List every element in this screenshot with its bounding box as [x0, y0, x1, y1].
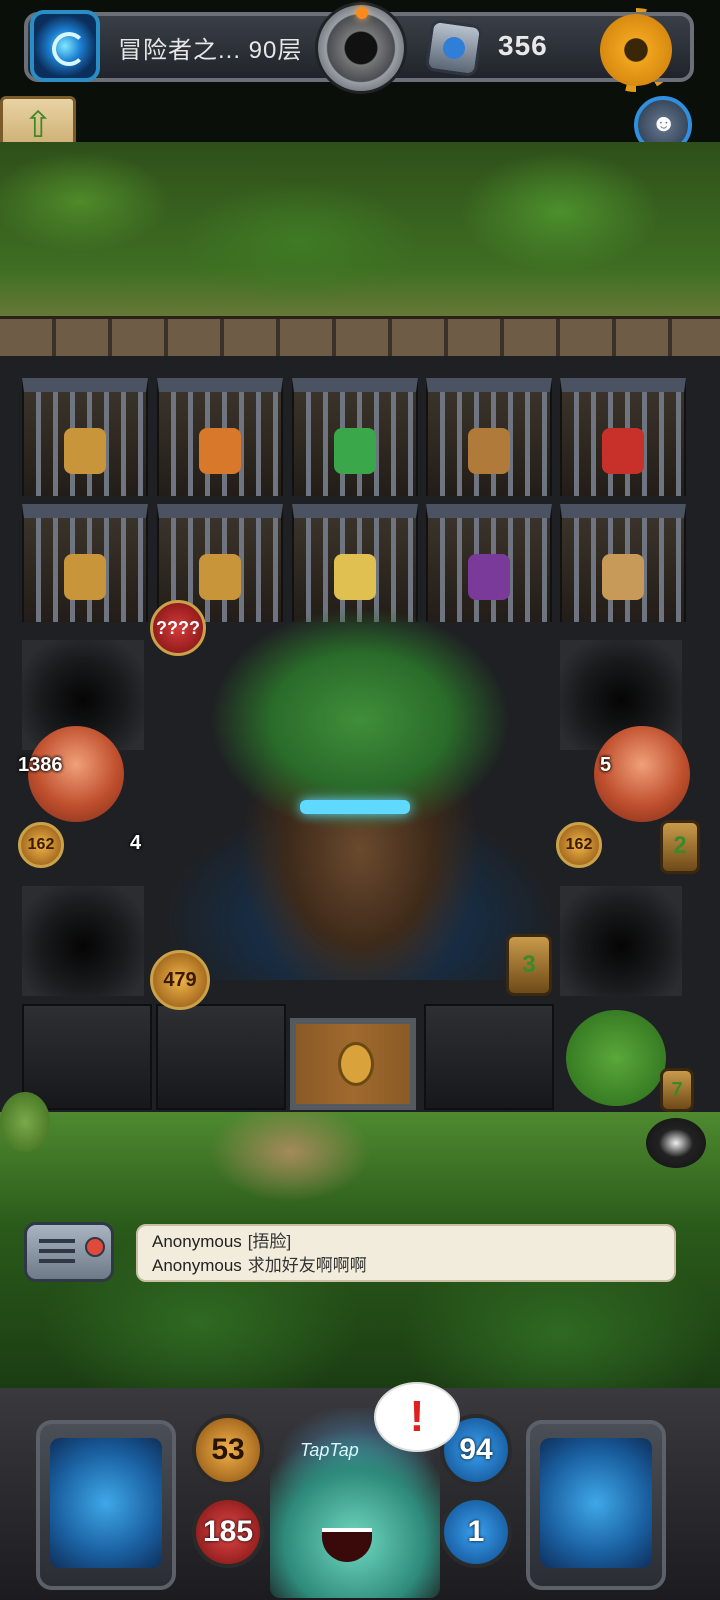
keyhole-icon — [338, 1042, 374, 1086]
inventory-button[interactable] — [526, 1420, 666, 1590]
chat-user: Anonymous — [152, 1256, 242, 1275]
monster-face-icon: ☻ — [651, 110, 677, 137]
cage-cell[interactable] — [22, 504, 148, 622]
cage-cell[interactable] — [22, 378, 148, 496]
gem-icon — [424, 18, 484, 78]
chest-icon — [64, 554, 106, 600]
player-hp: 185 — [192, 1496, 264, 1568]
alert-bubble[interactable]: ! — [374, 1382, 460, 1452]
bomb-icon[interactable] — [315, 2, 407, 94]
chat-button[interactable] — [24, 1222, 114, 1282]
dungeon-hole[interactable] — [22, 886, 144, 996]
jungle-canopy — [0, 142, 720, 322]
knight-helmet-icon — [50, 1438, 162, 1568]
locked-door[interactable] — [290, 1018, 416, 1110]
tree-turn-counter: 7 — [660, 1068, 694, 1112]
potion-icon — [602, 428, 644, 474]
floor-cell[interactable] — [424, 1004, 554, 1110]
left-monster-atk: 162 — [18, 822, 64, 868]
chat-message: [捂脸] — [247, 1232, 292, 1251]
unknown-damage-badge: ???? — [150, 600, 206, 656]
gear-icon[interactable] — [594, 8, 678, 92]
cage-cell[interactable] — [560, 504, 686, 622]
chat-bubble[interactable]: Anonymous [捂脸] Anonymous 求加好友啊啊啊 — [136, 1224, 676, 1282]
spellbook-icon — [540, 1438, 652, 1568]
spider-creature — [646, 1118, 706, 1168]
player-attack: 53 — [192, 1414, 264, 1486]
floor-cell[interactable] — [156, 1004, 286, 1110]
chat-line: Anonymous [捂脸] — [152, 1230, 660, 1254]
left-monster-hp: 1386 — [18, 754, 63, 776]
fruit-icon — [199, 428, 241, 474]
right-monster-turns: 2 — [660, 820, 700, 874]
bag-icon — [468, 428, 510, 474]
boss-atk-badge: 479 — [150, 950, 210, 1010]
chat-user: Anonymous — [152, 1232, 242, 1251]
tree-monster[interactable] — [566, 1010, 666, 1106]
boss-turn-counter: 3 — [506, 934, 552, 996]
right-monster-atk: 162 — [556, 822, 602, 868]
floor-title: 冒险者之... 90层 — [118, 37, 303, 64]
tree-boss[interactable] — [140, 580, 580, 980]
bug-creature — [0, 1092, 50, 1152]
cage-cell[interactable] — [426, 378, 552, 496]
hero-portrait-button[interactable] — [36, 1420, 176, 1590]
cage-cell[interactable] — [560, 378, 686, 496]
chat-message: 求加好友啊啊啊 — [247, 1256, 367, 1275]
portal-icon[interactable] — [30, 10, 100, 82]
chest-icon — [64, 428, 106, 474]
left-monster-side: 4 — [130, 832, 142, 854]
cage-cell[interactable] — [157, 378, 283, 496]
sack-icon — [602, 554, 644, 600]
alert-icon: ! — [409, 1392, 425, 1441]
chat-line: Anonymous 求加好友啊啊啊 — [152, 1254, 660, 1278]
floor-cell[interactable] — [22, 1004, 152, 1110]
right-monster-hp: 5 — [600, 754, 612, 776]
coin-count: 356 — [498, 30, 548, 61]
avatar-hat-text: TapTap — [300, 1440, 359, 1460]
cage-cell[interactable] — [292, 378, 418, 496]
plant-icon — [334, 428, 376, 474]
boss-eyes — [300, 800, 410, 814]
arrow-up-icon: ⇧ — [23, 104, 54, 145]
player-keys: 1 — [440, 1496, 512, 1568]
